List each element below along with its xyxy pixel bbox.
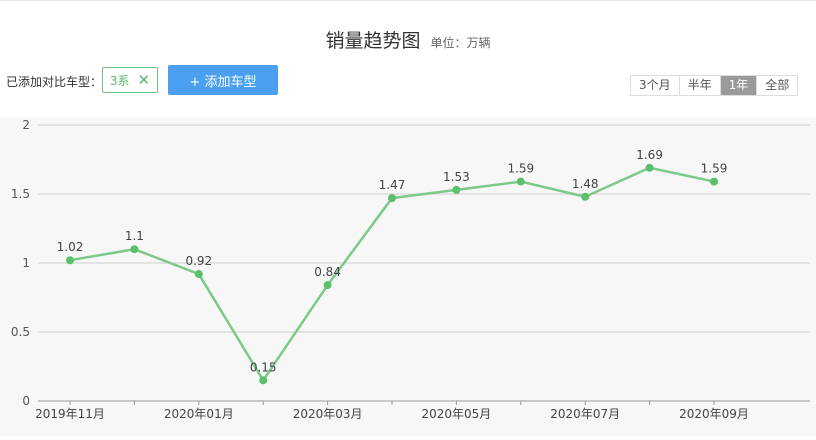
tab-3-months[interactable]: 3个月 (631, 76, 680, 95)
data-label: 1.47 (379, 178, 406, 192)
chart-area: 0 0.5 1 1.5 2 2019年11月 2020年01月 2020年03月 2020年05… (0, 112, 816, 436)
data-label: 1.69 (636, 148, 663, 162)
data-point (516, 177, 525, 186)
data-point (66, 256, 74, 265)
y-tick-label: 0.5 (11, 325, 30, 339)
data-point (259, 376, 268, 385)
add-model-button[interactable]: + 添加车型 (168, 65, 278, 95)
data-label: 0.84 (314, 265, 341, 279)
data-label: 1.02 (57, 240, 84, 254)
data-point (452, 185, 461, 194)
data-point (130, 245, 139, 254)
data-label: 1.48 (572, 177, 599, 191)
compare-tag[interactable]: 3系 ✕ (102, 67, 158, 93)
close-icon[interactable]: ✕ (138, 72, 151, 88)
data-label: 0.92 (185, 254, 212, 268)
unit-label: 单位：万辆 (430, 36, 491, 50)
x-tick-label: 2019年11月 (35, 407, 105, 421)
range-tabs: 3个月 半年 1年 全部 (630, 75, 799, 96)
data-label: 1.1 (125, 229, 144, 243)
page-title: 销量趋势图 (325, 30, 421, 52)
chart-header: 销量趋势图 单位：万辆 (0, 26, 816, 53)
data-point (581, 192, 590, 201)
sales-line-chart: 0 0.5 1 1.5 2 2019年11月 2020年01月 2020年03月 2020年05… (0, 117, 816, 436)
compare-tag-label: 3系 (109, 73, 130, 88)
plot-background (0, 117, 816, 436)
y-tick-label: 2 (22, 118, 30, 132)
data-label: 1.59 (701, 162, 728, 176)
data-point (323, 281, 332, 290)
data-point (388, 194, 396, 203)
x-tick-label: 2020年09月 (679, 407, 749, 421)
compare-label: 已添加对比车型： (6, 75, 103, 89)
x-tick-label: 2020年07月 (550, 407, 620, 421)
y-tick-label: 1 (22, 256, 30, 270)
data-label: 0.15 (250, 360, 277, 374)
data-point (710, 177, 718, 186)
x-tick-label: 2020年01月 (164, 407, 234, 421)
y-tick-label: 0 (22, 394, 30, 408)
top-divider (0, 0, 816, 1)
x-tick-label: 2020年05月 (421, 407, 491, 421)
tab-half-year[interactable]: 半年 (679, 76, 721, 95)
y-tick-label: 1.5 (11, 187, 30, 201)
x-tick-label: 2020年03月 (293, 407, 363, 421)
tab-all[interactable]: 全部 (757, 76, 798, 95)
tab-1-year[interactable]: 1年 (720, 76, 758, 95)
data-label: 1.59 (507, 162, 534, 176)
data-point (645, 163, 654, 172)
data-point (194, 270, 203, 279)
data-label: 1.53 (443, 170, 470, 184)
